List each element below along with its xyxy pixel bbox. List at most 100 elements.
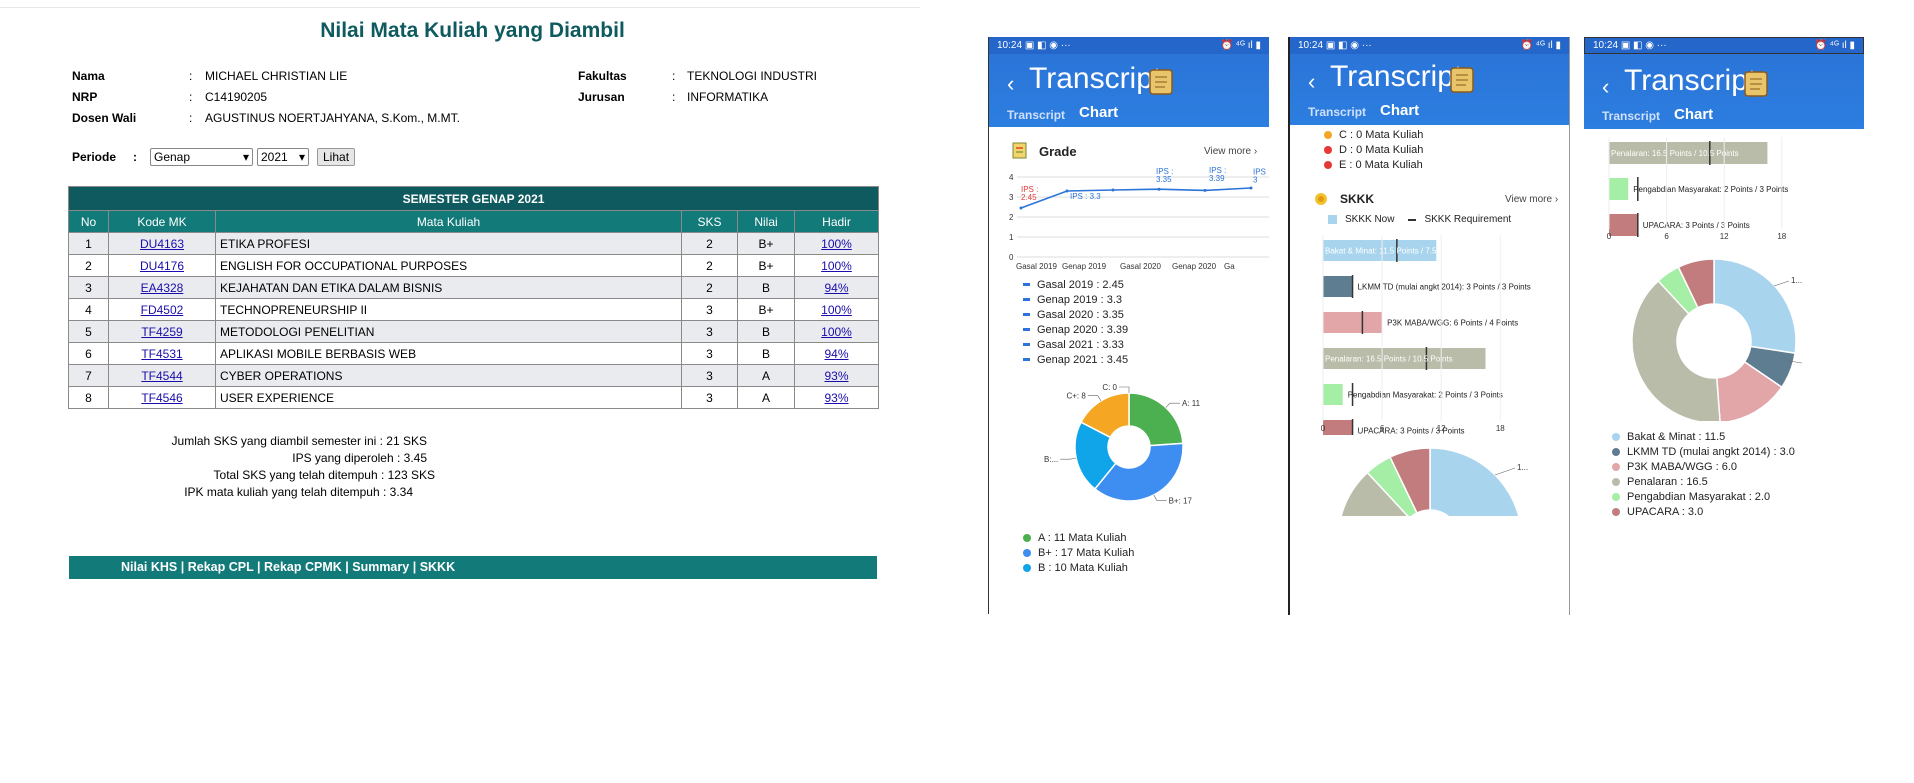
cell-sks: 2: [681, 276, 738, 299]
lihat-button[interactable]: Lihat: [317, 148, 356, 166]
x-tick-label: 18: [1496, 424, 1505, 433]
table-row: 3 EA4328 KEJAHATAN DAN ETIKA DALAM BISNIS 2…: [68, 276, 879, 299]
kode-link[interactable]: TF4259: [141, 325, 182, 339]
link-skkk[interactable]: SKKK: [420, 560, 455, 574]
nrp-label: NRP: [72, 90, 98, 104]
link-rekap-cpl[interactable]: Rekap CPL: [188, 560, 254, 574]
data-point: [1065, 189, 1069, 193]
kode-link[interactable]: EA4328: [141, 281, 184, 295]
tab-chart[interactable]: Chart: [1079, 104, 1118, 121]
legend-swatch: [1023, 313, 1030, 316]
periode-label: Periode: [72, 150, 117, 164]
dosen-label: Dosen Wali: [72, 111, 137, 125]
leader-line: [1773, 280, 1790, 287]
cell-sks: 3: [681, 342, 738, 365]
tab-transcript[interactable]: Transcript: [1602, 109, 1660, 123]
summary-sks: Jumlah SKS yang diambil semester ini : 2…: [171, 434, 427, 448]
table-row: 5 TF4259 METODOLOGI PENELITIAN 3 B 100%: [68, 320, 879, 343]
legend-item: Genap 2021 : 3.45: [1023, 352, 1128, 367]
cell-kode: FD4502: [108, 298, 216, 321]
x-tick-label: 6: [1380, 424, 1385, 433]
table-row: 2 DU4176 ENGLISH FOR OCCUPATIONAL PURPOSES…: [68, 254, 879, 277]
tab-transcript[interactable]: Transcript: [1007, 108, 1065, 122]
table-row: 7 TF4544 CYBER OPERATIONS 3 A 93%: [68, 364, 879, 387]
legend-swatch: [1612, 462, 1620, 471]
skkk-bar: [1323, 276, 1353, 297]
hadir-link[interactable]: 100%: [821, 325, 852, 339]
leader-line: [1153, 494, 1167, 501]
link-summary[interactable]: Summary: [352, 560, 409, 574]
separator: |: [180, 560, 185, 574]
view-more-link[interactable]: View more ›: [1505, 194, 1558, 205]
bar-label: Bakat & Minat: 11.5 Points / 7.5 Points: [1325, 247, 1461, 256]
kode-link[interactable]: TF4531: [141, 347, 182, 361]
view-more-link[interactable]: View more ›: [1204, 146, 1257, 157]
nrp-value: C14190205: [205, 90, 268, 104]
link-nilai-khs[interactable]: Nilai KHS: [121, 560, 177, 574]
hadir-link[interactable]: 93%: [824, 391, 848, 405]
kode-link[interactable]: TF4544: [141, 369, 182, 383]
kode-link[interactable]: DU4163: [140, 237, 184, 251]
back-arrow-icon[interactable]: ‹: [1308, 69, 1315, 95]
x-tick-label: 0: [1607, 232, 1612, 241]
legend-item: UPACARA : 3.0: [1612, 504, 1795, 519]
phone-screenshot-3: 10:24 ▣ ◧ ◉ ··· ⏰ ⁴ᴳ ıl ▮ ‹ Transcript Tr…: [1584, 37, 1864, 614]
skkk-donut-chart: 1...: [1340, 447, 1528, 516]
tab-transcript[interactable]: Transcript: [1308, 105, 1366, 119]
app-bar: ‹ Transcript Transcript Chart: [1290, 54, 1569, 125]
cell-nilai: B+: [737, 254, 795, 277]
slice-label: A: 11: [1182, 399, 1201, 408]
skkk-bar: [1323, 384, 1343, 405]
app-bar: ‹ Transcript Transcript Chart: [1584, 54, 1864, 129]
link-rekap-cpmk[interactable]: Rekap CPMK: [264, 560, 342, 574]
hadir-link[interactable]: 94%: [824, 281, 848, 295]
tab-chart[interactable]: Chart: [1674, 106, 1713, 123]
nama-value: MICHAEL CHRISTIAN LIE: [205, 69, 348, 83]
col-header: Hadir: [794, 210, 879, 233]
cell-kode: TF4546: [108, 386, 216, 409]
status-bar: 10:24 ▣ ◧ ◉ ··· ⏰ ⁴ᴳ ıl ▮: [1290, 37, 1569, 54]
x-tick-label: 12: [1437, 424, 1446, 433]
bar-label: UPACARA: 3 Points / 3 Points: [1643, 221, 1750, 230]
cell-nilai: A: [737, 364, 795, 387]
hadir-link[interactable]: 94%: [824, 347, 848, 361]
legend-item: B+ : 17 Mata Kuliah: [1023, 545, 1134, 560]
cell-sks: 3: [681, 364, 738, 387]
legend-swatch: [1324, 130, 1332, 139]
hadir-link[interactable]: 93%: [824, 369, 848, 383]
hadir-link[interactable]: 100%: [821, 237, 852, 251]
cell-sks: 2: [681, 232, 738, 255]
skkk-bar: [1323, 420, 1353, 435]
back-arrow-icon[interactable]: ‹: [1602, 74, 1609, 100]
separator: |: [345, 560, 349, 574]
x-tick-label: Genap 2019: [1062, 262, 1107, 271]
cell-mata-kuliah: TECHNOPRENEURSHIP II: [215, 298, 682, 321]
leader-line: [1494, 467, 1516, 476]
cell-mata-kuliah: ETIKA PROFESI: [215, 232, 682, 255]
cell-mata-kuliah: KEJAHATAN DAN ETIKA DALAM BISNIS: [215, 276, 682, 299]
tab-chart[interactable]: Chart: [1380, 102, 1419, 119]
hadir-link[interactable]: 100%: [821, 259, 852, 273]
col-header: Kode MK: [108, 210, 216, 233]
legend-swatch: [1612, 432, 1620, 441]
legend-item: Gasal 2019 : 2.45: [1023, 277, 1128, 292]
year-select[interactable]: 2021 ▾: [257, 148, 309, 166]
cell-hadir: 100%: [794, 232, 879, 255]
kode-link[interactable]: FD4502: [141, 303, 184, 317]
grade-pie-legend: A : 11 Mata Kuliah B+ : 17 Mata Kuliah B :…: [1023, 530, 1134, 575]
fakultas-label: Fakultas: [578, 69, 627, 83]
cell-nilai: B: [737, 276, 795, 299]
kode-link[interactable]: TF4546: [141, 391, 182, 405]
cell-no: 3: [68, 276, 109, 299]
semester-select[interactable]: Genap ▾: [150, 148, 253, 166]
hadir-link[interactable]: 100%: [821, 303, 852, 317]
grade-pie-chart: A: 11 B+: 17 B:... C+: 8 C: 0: [1044, 383, 1201, 505]
back-arrow-icon[interactable]: ‹: [1007, 71, 1014, 97]
grades-table: SEMESTER GENAP 2021 No Kode MK Mata Kuli…: [68, 186, 879, 409]
grade-legend-more: C : 0 Mata Kuliah D : 0 Mata Kuliah E : 0 …: [1324, 127, 1423, 172]
legend-item: A : 11 Mata Kuliah: [1023, 530, 1134, 545]
data-point: [1111, 188, 1115, 192]
kode-link[interactable]: DU4176: [140, 259, 184, 273]
legend-swatch: [1023, 343, 1030, 346]
col-header: Mata Kuliah: [215, 210, 682, 233]
